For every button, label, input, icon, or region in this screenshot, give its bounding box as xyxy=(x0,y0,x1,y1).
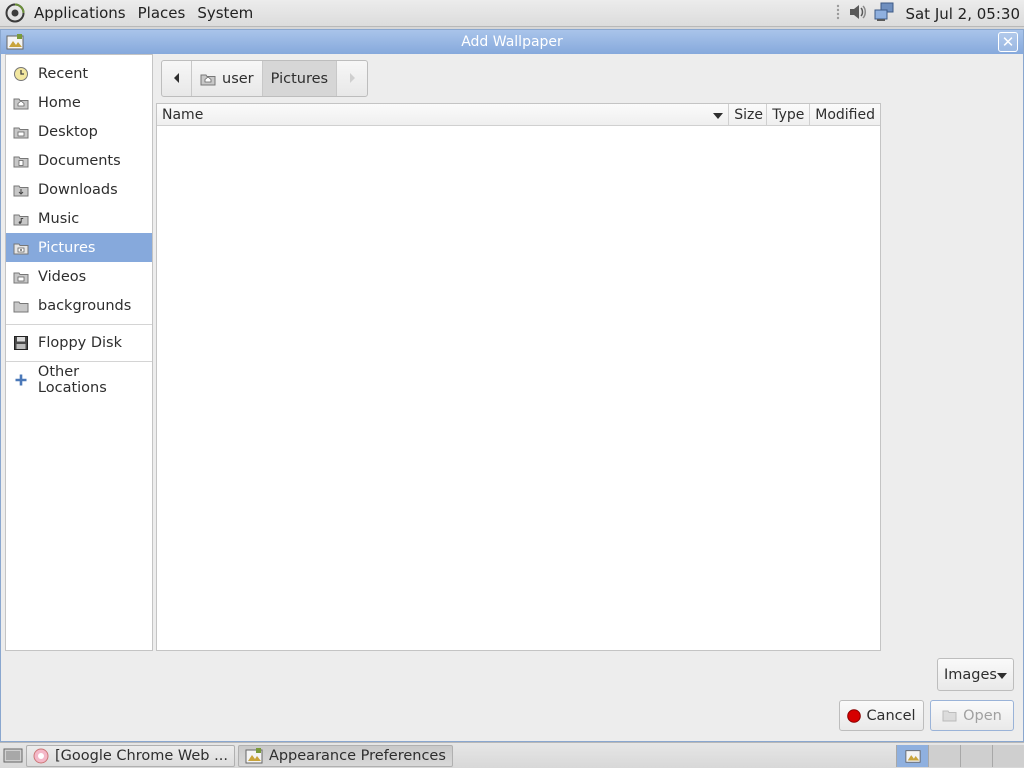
column-label: Size xyxy=(734,106,763,123)
title-bar[interactable]: Add Wallpaper ✕ xyxy=(1,30,1023,54)
dialog-title: Add Wallpaper xyxy=(461,34,563,50)
sidebar-item-label: Downloads xyxy=(38,181,118,198)
gnome-foot-icon[interactable] xyxy=(4,2,26,24)
chevron-down-icon xyxy=(997,667,1007,683)
path-bar: user Pictures xyxy=(161,60,369,97)
file-type-filter[interactable]: Images xyxy=(937,658,1014,691)
sidebar-item-desktop[interactable]: Desktop xyxy=(6,117,152,146)
folder-icon xyxy=(12,297,30,315)
menu-applications[interactable]: Applications xyxy=(28,4,132,22)
cancel-label: Cancel xyxy=(866,707,916,724)
close-button[interactable]: ✕ xyxy=(998,32,1018,52)
menu-places[interactable]: Places xyxy=(132,4,192,22)
sidebar-item-label: Videos xyxy=(38,268,87,285)
sidebar-item-label: backgrounds xyxy=(38,297,132,314)
network-icon[interactable] xyxy=(873,2,895,26)
show-desktop-icon[interactable] xyxy=(3,747,23,765)
sidebar-item-label: Recent xyxy=(38,65,89,82)
appearance-icon xyxy=(904,748,921,764)
file-list[interactable]: Name Size Type Modified xyxy=(156,103,881,651)
folder-icon xyxy=(12,268,30,286)
sidebar-item-label: Home xyxy=(38,94,81,111)
system-tray: Sat Jul 2, 05:30 xyxy=(835,0,1020,27)
column-header-type[interactable]: Type xyxy=(767,104,811,125)
column-label: Name xyxy=(162,106,204,123)
sidebar-separator xyxy=(6,324,152,325)
sidebar-item-music[interactable]: Music xyxy=(6,204,152,233)
volume-icon[interactable] xyxy=(847,2,867,26)
clock-icon xyxy=(12,65,30,83)
sidebar-item-home[interactable]: Home xyxy=(6,88,152,117)
folder-icon xyxy=(12,123,30,141)
sidebar-item-pictures[interactable]: Pictures xyxy=(6,233,152,262)
sidebar-item-label: Pictures xyxy=(38,239,96,256)
sidebar-item-floppy-disk[interactable]: Floppy Disk xyxy=(6,328,152,357)
column-header-name[interactable]: Name xyxy=(157,104,730,125)
folder-icon xyxy=(12,239,30,257)
path-forward-button[interactable] xyxy=(337,61,367,96)
workspace-2[interactable] xyxy=(928,745,960,767)
path-segment-label: user xyxy=(222,70,254,87)
filter-label: Images xyxy=(944,666,997,683)
column-header-size[interactable]: Size xyxy=(729,104,768,125)
taskbar-item-label: Appearance Preferences xyxy=(268,747,446,764)
chrome-icon xyxy=(33,748,49,764)
column-label: Type xyxy=(772,106,805,123)
path-segment-user[interactable]: user xyxy=(192,61,263,96)
sort-descending-icon xyxy=(713,107,724,123)
clock[interactable]: Sat Jul 2, 05:30 xyxy=(901,5,1020,23)
sidebar-item-documents[interactable]: Documents xyxy=(6,146,152,175)
grip-icon xyxy=(835,3,841,25)
folder-icon xyxy=(12,210,30,228)
workspace-1[interactable] xyxy=(896,745,928,767)
file-chooser-dialog: Add Wallpaper ✕ Recent Home Desktop Docu… xyxy=(0,29,1024,742)
cancel-button[interactable]: Cancel xyxy=(839,700,924,731)
sidebar-item-other-locations[interactable]: Other Locations xyxy=(6,363,152,396)
chevron-left-icon xyxy=(173,71,181,87)
column-label: Modified xyxy=(815,106,875,123)
home-folder-icon xyxy=(200,71,216,87)
sidebar-item-label: Desktop xyxy=(38,123,98,140)
column-header-modified[interactable]: Modified xyxy=(810,104,880,125)
taskbar-item-label: [Google Chrome Web ... xyxy=(55,747,228,764)
path-back-button[interactable] xyxy=(162,61,192,96)
floppy-icon xyxy=(12,334,30,352)
sidebar-item-label: Other Locations xyxy=(37,363,107,396)
sidebar-item-label: Documents xyxy=(38,152,121,169)
path-segment-pictures[interactable]: Pictures xyxy=(262,61,338,96)
bottom-panel: [Google Chrome Web ... Appearance Prefer… xyxy=(0,742,1024,768)
appearance-icon xyxy=(245,747,263,765)
open-button[interactable]: Open xyxy=(930,700,1014,731)
sidebar-item-recent[interactable]: Recent xyxy=(6,59,152,88)
menu-system[interactable]: System xyxy=(191,4,259,22)
folder-icon xyxy=(12,181,30,199)
sidebar-item-label: Floppy Disk xyxy=(38,334,122,351)
workspace-3[interactable] xyxy=(960,745,992,767)
folder-icon xyxy=(12,152,30,170)
open-folder-icon xyxy=(942,709,958,723)
chevron-right-icon xyxy=(348,71,356,87)
workspace-switcher xyxy=(896,745,1024,767)
file-list-header: Name Size Type Modified xyxy=(157,104,880,126)
sidebar-item-backgrounds[interactable]: backgrounds xyxy=(6,291,152,320)
sidebar-separator xyxy=(6,361,152,362)
appearance-icon xyxy=(6,33,24,51)
taskbar-item-appearance-preferences[interactable]: Appearance Preferences xyxy=(237,744,453,767)
cancel-icon xyxy=(847,708,862,723)
places-sidebar: Recent Home Desktop Documents Downloads … xyxy=(5,54,153,651)
close-icon: ✕ xyxy=(1001,32,1015,51)
workspace-4[interactable] xyxy=(992,745,1024,767)
open-label: Open xyxy=(963,707,1002,724)
sidebar-item-videos[interactable]: Videos xyxy=(6,262,152,291)
top-panel: Applications Places System Sat Jul 2, 05… xyxy=(0,0,1024,27)
taskbar-item-chrome[interactable]: [Google Chrome Web ... xyxy=(26,744,235,767)
sidebar-item-downloads[interactable]: Downloads xyxy=(6,175,152,204)
plus-icon xyxy=(12,371,30,389)
home-folder-icon xyxy=(12,94,30,112)
path-segment-label: Pictures xyxy=(270,70,329,87)
sidebar-item-label: Music xyxy=(38,210,80,227)
